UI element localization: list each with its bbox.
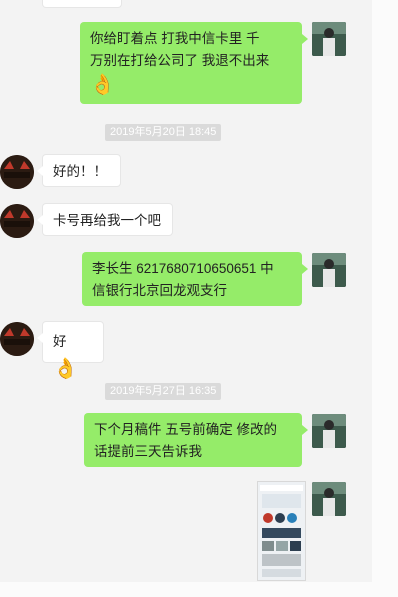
person-photo-icon xyxy=(312,253,346,287)
message-text: 你给盯着点 打我中信卡里 千 xyxy=(90,31,260,46)
message-incoming[interactable]: 卡号再给我一个吧 xyxy=(37,203,173,236)
message-outgoing[interactable]: 你给盯着点 打我中信卡里 千 万别在打给公司了 我退不出来 👌 xyxy=(80,22,308,104)
image-message-thumbnail[interactable] xyxy=(257,481,306,581)
timestamp: 2019年5月20日 18:45 xyxy=(105,124,222,141)
contact-avatar[interactable] xyxy=(0,204,34,238)
emoji-icon: 👌 xyxy=(90,74,115,96)
message-outgoing[interactable]: 李长生 6217680710650651 中 信银行北京回龙观支行 xyxy=(82,252,308,306)
message-text: 好的！！ xyxy=(53,164,107,179)
my-avatar[interactable] xyxy=(312,253,346,287)
person-photo-icon xyxy=(312,22,346,56)
person-photo-icon xyxy=(312,482,346,516)
message-text: 下个月稿件 五号前确定 修改的 xyxy=(94,422,278,437)
previous-message-fragment[interactable] xyxy=(42,0,122,8)
chat-panel: 你给盯着点 打我中信卡里 千 万别在打给公司了 我退不出来 👌 2019年5月2… xyxy=(0,0,372,582)
my-avatar[interactable] xyxy=(312,414,346,448)
scrollbar-track[interactable] xyxy=(372,0,398,597)
bottom-strip xyxy=(0,582,398,597)
contact-logo-icon xyxy=(0,204,34,238)
message-text: 卡号再给我一个吧 xyxy=(53,213,161,228)
person-photo-icon xyxy=(312,414,346,448)
ok-hand-emoji-icon: 👌 xyxy=(53,358,78,380)
message-outgoing[interactable]: 下个月稿件 五号前确定 修改的 话提前三天告诉我 xyxy=(84,413,308,467)
message-incoming[interactable]: 好的！！ xyxy=(37,154,121,187)
message-incoming[interactable]: 好 👌 xyxy=(37,321,104,380)
message-text: 万别在打给公司了 我退不出来 xyxy=(90,53,270,68)
my-avatar[interactable] xyxy=(312,22,346,56)
message-text: 李长生 6217680710650651 中 xyxy=(92,261,274,276)
contact-logo-icon xyxy=(0,155,34,189)
contact-avatar[interactable] xyxy=(0,322,34,356)
message-text: 信银行北京回龙观支行 xyxy=(92,283,227,298)
contact-logo-icon xyxy=(0,322,34,356)
message-text: 好 xyxy=(53,334,67,349)
my-avatar[interactable] xyxy=(312,482,346,516)
message-text: 话提前三天告诉我 xyxy=(94,444,202,459)
timestamp: 2019年5月27日 16:35 xyxy=(105,383,222,400)
image-thumbnail-icon xyxy=(258,482,305,580)
contact-avatar[interactable] xyxy=(0,155,34,189)
